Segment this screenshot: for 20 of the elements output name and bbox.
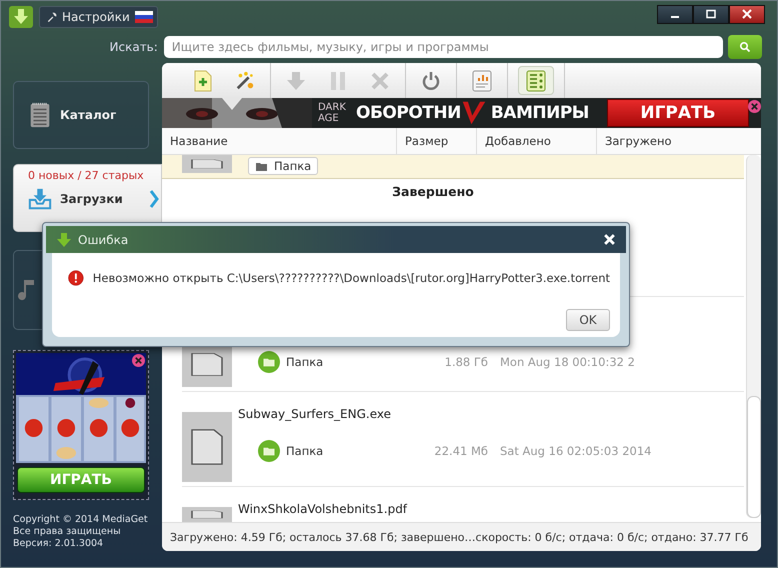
- download-counter: 0 новых / 27 старых: [27, 169, 145, 182]
- file-name: WinxShkolaVolshebnits1.pdf: [238, 501, 408, 517]
- status-text: Загружено: 4.59 Гб; осталось 37.68 Гб; завершено…скорость: 0 б/с; отдача: 0 б/с; отдано: 37.77 Гб: [170, 530, 748, 544]
- file-size: 1.88 Гб: [444, 355, 488, 369]
- search-label: Искать:: [108, 40, 159, 54]
- nav-label: Загрузки: [60, 192, 123, 206]
- added-date: Sat Aug 16 02:05:03 2014: [500, 444, 652, 458]
- footer-text: Все права защищены: [13, 526, 122, 538]
- footer-text: Copyright © 2014 MediaGet: [13, 514, 149, 526]
- file-size: 22.41 Мб: [433, 444, 488, 458]
- group-heading: Завершено: [392, 184, 474, 199]
- nav-label: Каталог: [60, 108, 116, 122]
- error-message: Невозможно открыть C:\Users\??????????\Downloads\[rutor.org]HarryPotter3.exe.torrent: [92, 271, 610, 285]
- banner-logo: DARK AGE: [318, 102, 347, 124]
- dialog-title: Ошибка: [78, 232, 128, 246]
- added-date: Mon Aug 18 00:10:32 2: [500, 355, 635, 369]
- banner-title: ОБОРОТНИ: [356, 103, 461, 123]
- file-name: Subway_Surfers_ENG.exe: [238, 406, 392, 422]
- banner-title: ВАМПИРЫ: [490, 103, 589, 123]
- footer-text: Версия: 2.01.3004: [13, 538, 104, 550]
